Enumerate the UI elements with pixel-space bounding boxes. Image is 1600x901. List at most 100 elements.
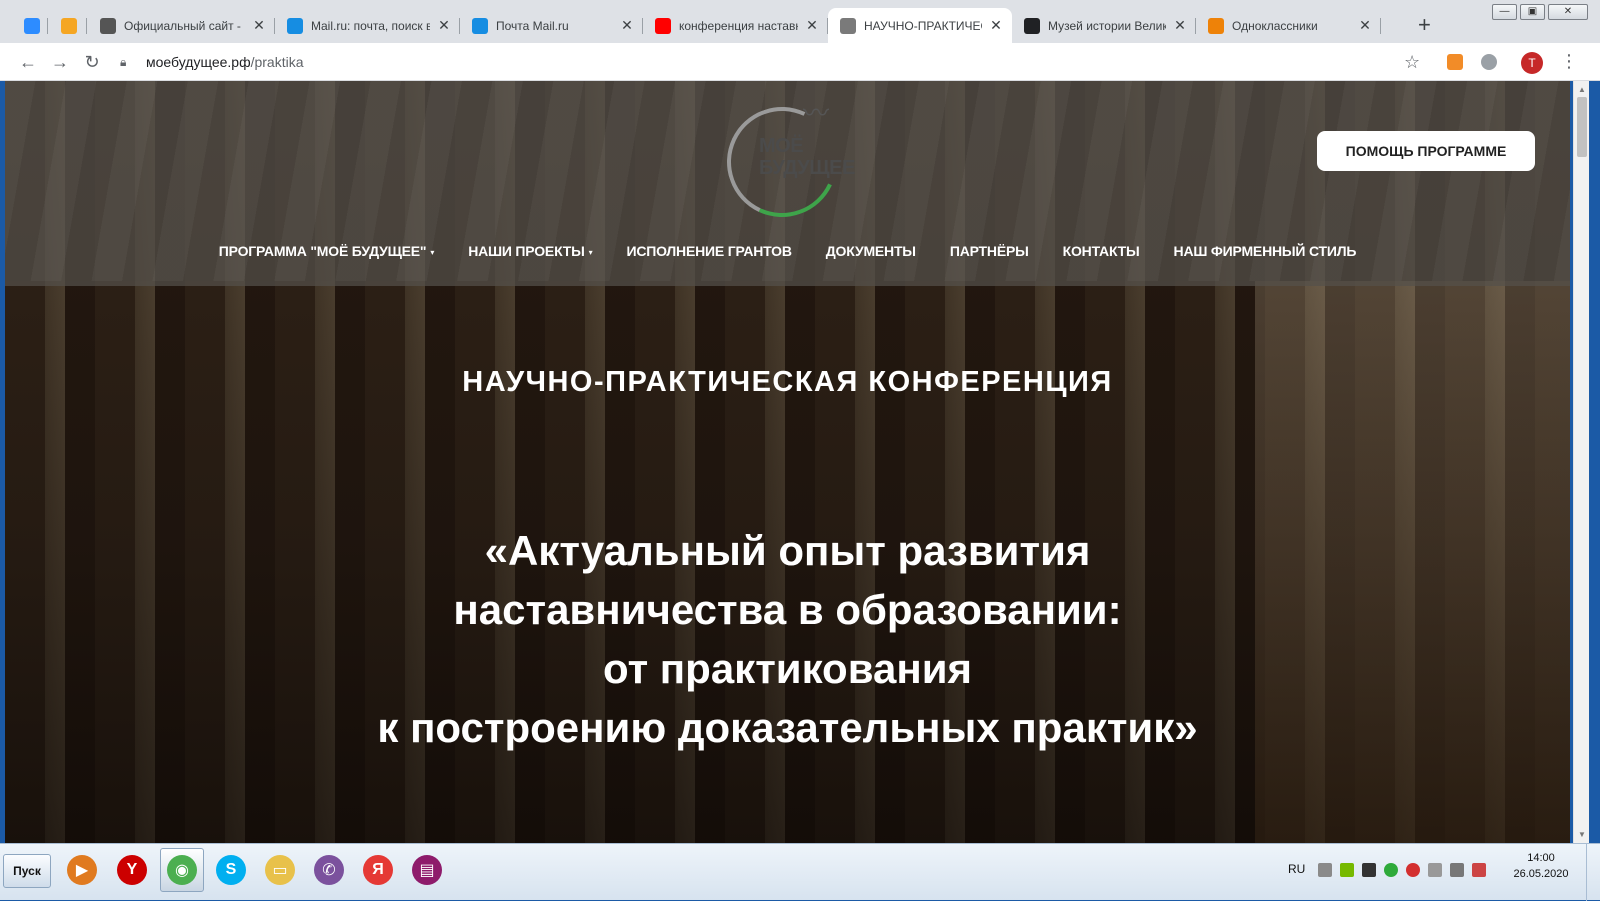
- reload-button[interactable]: ↻: [82, 52, 102, 73]
- lock-icon: 🔒︎: [120, 54, 127, 69]
- shield-icon[interactable]: [1428, 863, 1442, 877]
- browser-tab[interactable]: Одноклассники ✕: [1196, 8, 1381, 43]
- browser-tab[interactable]: Музей истории Великой ✕: [1012, 8, 1196, 43]
- main-navigation: ПРОГРАММА "МОЁ БУДУЩЕЕ" ▾ НАШИ ПРОЕКТЫ ▾ ИСП…: [5, 231, 1570, 271]
- address-bar[interactable]: 🔒︎ моебудущее.рф/praktika: [120, 47, 1420, 77]
- tab-separator: [47, 18, 48, 34]
- nav-item[interactable]: КОНТАКТЫ: [1063, 243, 1140, 259]
- power-icon[interactable]: [1472, 863, 1486, 877]
- hero-title-line: от практикования: [602, 645, 973, 692]
- browser-tab[interactable]: Mail.ru: почта, поиск в и ✕: [275, 8, 460, 43]
- nvidia-icon[interactable]: [1340, 863, 1354, 877]
- minimize-button[interactable]: —: [1492, 4, 1517, 20]
- tab-close-icon[interactable]: ✕: [804, 17, 820, 34]
- taskbar-app-button[interactable]: Y: [110, 848, 154, 892]
- maximize-button[interactable]: ▣: [1520, 4, 1545, 20]
- new-tab-button[interactable]: +: [1418, 12, 1431, 38]
- scroll-up-icon[interactable]: ▲: [1578, 85, 1586, 94]
- network-icon[interactable]: [1362, 863, 1376, 877]
- hero-title-line: наставничества в образовании:: [453, 586, 1122, 633]
- folder-icon: ▭: [265, 855, 295, 885]
- start-button[interactable]: Пуск: [3, 854, 51, 888]
- plus-square-icon: [1024, 17, 1040, 34]
- system-clock[interactable]: 14:00 26.05.2020: [1506, 850, 1576, 882]
- taskbar-app-button[interactable]: ◉: [160, 848, 204, 892]
- tab-close-icon[interactable]: ✕: [988, 17, 1004, 34]
- nav-item-label: ИСПОЛНЕНИЕ ГРАНТОВ: [626, 243, 792, 259]
- taskbar-app-button[interactable]: Я: [356, 848, 400, 892]
- extension-bag-icon[interactable]: [1447, 54, 1463, 70]
- hero-section: НАУЧНО-ПРАКТИЧЕСКАЯ КОНФЕРЕНЦИЯ «Актуаль…: [5, 286, 1570, 843]
- scroll-thumb[interactable]: [1577, 97, 1587, 157]
- caret-down-icon: ▾: [430, 247, 435, 257]
- browser-tab[interactable]: Почта Mail.ru ✕: [460, 8, 643, 43]
- antivirus-icon[interactable]: [1384, 863, 1398, 877]
- help-program-button[interactable]: ПОМОЩЬ ПРОГРАММЕ: [1317, 131, 1535, 171]
- tab-title: конференция наставнич: [679, 18, 798, 33]
- tab-close-icon[interactable]: ✕: [1172, 17, 1188, 34]
- scroll-down-icon[interactable]: ▼: [1578, 830, 1586, 839]
- tab-strip: Официальный сайт - Гла✕Mail.ru: почта, п…: [0, 0, 1600, 43]
- browser-tab[interactable]: НАУЧНО-ПРАКТИЧЕСКАЯ ✕: [828, 8, 1012, 43]
- logo-bird-icon: 〰: [803, 98, 830, 128]
- browser-tab[interactable]: [49, 8, 87, 43]
- browser-tab[interactable]: [12, 8, 48, 43]
- close-window-button[interactable]: ✕: [1548, 4, 1588, 20]
- yandex-icon: [655, 17, 671, 34]
- caret-down-icon: ▾: [588, 247, 593, 257]
- viber-icon: ✆: [314, 855, 344, 885]
- logo-text-line2: БУДУЩЕЕ: [759, 157, 855, 179]
- hero-title: «Актуальный опыт развития наставничества …: [5, 521, 1570, 757]
- clock-time: 14:00: [1527, 852, 1555, 864]
- taskbar-app-button[interactable]: ▶: [60, 848, 104, 892]
- nav-item[interactable]: НАШИ ПРОЕКТЫ ▾: [468, 243, 592, 259]
- hero-title-line: к построению доказательных практик»: [377, 704, 1198, 751]
- browser-tab[interactable]: конференция наставнич ✕: [643, 8, 828, 43]
- yandex-browser-icon: Y: [117, 855, 147, 885]
- nav-item[interactable]: ПРОГРАММА "МОЁ БУДУЩЕЕ" ▾: [219, 243, 435, 259]
- yandex-icon: Я: [363, 855, 393, 885]
- display-icon[interactable]: [1450, 863, 1464, 877]
- taskbar-app-button[interactable]: ▤: [405, 848, 449, 892]
- site-logo-icon: [840, 17, 856, 34]
- tab-close-icon[interactable]: ✕: [619, 17, 635, 34]
- page-scrollbar[interactable]: ▲ ▼: [1573, 81, 1589, 843]
- opera-tray-icon[interactable]: [1406, 863, 1420, 877]
- url-host: моебудущее.рф: [146, 54, 251, 70]
- nav-item[interactable]: ПАРТНЁРЫ: [950, 243, 1029, 259]
- tab-close-icon[interactable]: ✕: [436, 17, 452, 34]
- nav-item[interactable]: НАШ ФИРМЕННЫЙ СТИЛЬ: [1174, 243, 1357, 259]
- taskbar-app-button[interactable]: S: [209, 848, 253, 892]
- site-logo[interactable]: 〰 МОЁ БУДУЩЕЕ: [711, 91, 867, 233]
- show-desktop-button[interactable]: [1586, 844, 1600, 901]
- skype-icon: S: [216, 855, 246, 885]
- nav-item-label: НАШИ ПРОЕКТЫ: [468, 243, 585, 259]
- nav-item-label: НАШ ФИРМЕННЫЙ СТИЛЬ: [1173, 243, 1357, 259]
- browser-tab[interactable]: Официальный сайт - Гла ✕: [88, 8, 275, 43]
- profile-avatar[interactable]: T: [1521, 52, 1543, 74]
- tab-close-icon[interactable]: ✕: [251, 17, 267, 34]
- tab-title: НАУЧНО-ПРАКТИЧЕСКАЯ: [864, 18, 982, 33]
- volume-icon[interactable]: [1318, 863, 1332, 877]
- nav-item[interactable]: ДОКУМЕНТЫ: [826, 243, 916, 259]
- language-indicator[interactable]: RU: [1288, 862, 1305, 876]
- browser-menu-icon[interactable]: ⋮: [1560, 51, 1578, 72]
- tab-title: Музей истории Великой: [1048, 18, 1166, 33]
- page-viewport: 〰 МОЁ БУДУЩЕЕ ПОМОЩЬ ПРОГРАММЕ ПРОГРАММА…: [5, 81, 1570, 843]
- taskbar-app-button[interactable]: ✆: [307, 848, 351, 892]
- logo-text-line1: МОЁ: [759, 135, 804, 157]
- clock-date: 26.05.2020: [1513, 868, 1569, 880]
- tab-close-icon[interactable]: ✕: [1357, 17, 1373, 34]
- browser-toolbar: ← → ↻ 🔒︎ моебудущее.рф/praktika ☆ T ⋮: [0, 43, 1600, 81]
- nav-item-label: ПАРТНЁРЫ: [949, 243, 1029, 259]
- extension-badge-icon[interactable]: [1481, 54, 1497, 70]
- bookmark-star-icon[interactable]: ☆: [1404, 52, 1420, 73]
- back-button[interactable]: ←: [18, 52, 38, 73]
- nav-item[interactable]: ИСПОЛНЕНИЕ ГРАНТОВ: [626, 243, 792, 259]
- nav-item-label: ДОКУМЕНТЫ: [825, 243, 916, 259]
- forward-button[interactable]: →: [50, 52, 70, 73]
- taskbar-app-button[interactable]: ▭: [258, 848, 302, 892]
- feather-icon: [100, 17, 116, 34]
- tab-title: Официальный сайт - Гла: [124, 18, 245, 33]
- odnoklassniki-icon: [1208, 17, 1224, 34]
